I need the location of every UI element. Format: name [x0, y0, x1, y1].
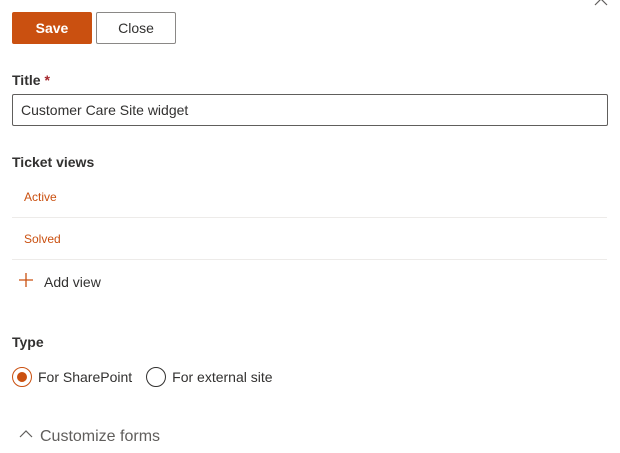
title-label: Title * [12, 72, 50, 88]
plus-icon [18, 272, 34, 291]
ticket-view-label: Solved [24, 231, 61, 246]
radio-for-sharepoint[interactable]: For SharePoint [12, 367, 132, 387]
ticket-view-item-active[interactable]: Active [12, 176, 607, 218]
ticket-view-label: Active [24, 189, 57, 204]
radio-checked-icon[interactable] [12, 367, 32, 387]
close-button[interactable]: Close [96, 12, 176, 44]
title-label-text: Title [12, 72, 41, 88]
radio-unchecked-icon[interactable] [146, 367, 167, 387]
type-radio-group: For SharePoint For external site [12, 367, 287, 387]
radio-label: For external site [172, 369, 273, 385]
ticket-views-list: Active Solved [12, 176, 607, 260]
title-input[interactable] [12, 94, 608, 126]
ticket-view-item-solved[interactable]: Solved [12, 218, 607, 260]
customize-forms-label: Customize forms [40, 427, 161, 445]
close-icon[interactable] [594, 0, 608, 6]
chevron-up-icon [18, 426, 34, 447]
radio-for-external-site[interactable]: For external site [146, 367, 273, 387]
widget-settings-panel: Save Close Title* Ticket views Active So… [0, 0, 620, 453]
required-marker: * [44, 72, 50, 88]
ticket-views-label: Ticket views [12, 154, 95, 170]
customize-forms-toggle[interactable]: Customize forms [18, 426, 160, 447]
toolbar: Save Close [12, 12, 176, 44]
save-button[interactable]: Save [12, 12, 92, 44]
add-view-label: Add view [44, 273, 101, 290]
type-label: Type [12, 334, 44, 350]
add-view-button[interactable]: Add view [18, 272, 101, 291]
radio-label: For SharePoint [38, 369, 133, 385]
